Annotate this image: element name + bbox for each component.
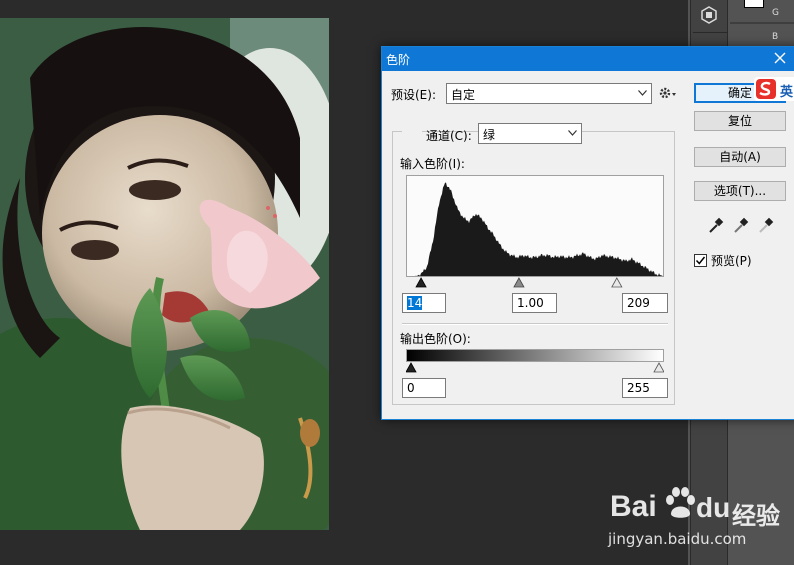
input-white-value: 209 — [627, 296, 650, 310]
baidu-paw-icon — [666, 487, 695, 518]
preset-select[interactable]: 自定 — [446, 83, 652, 104]
input-levels-label: 输入色阶(I): — [400, 157, 465, 171]
watermark-product: 经验 — [732, 502, 780, 530]
channel-letter-g: G — [772, 8, 779, 18]
input-black-field[interactable]: 14 — [402, 293, 446, 313]
portrait-photo — [0, 18, 329, 530]
output-white-handle[interactable] — [653, 362, 664, 373]
input-slider[interactable] — [406, 277, 664, 289]
auto-button[interactable]: 自动(A) — [694, 147, 786, 167]
input-white-handle[interactable] — [611, 277, 623, 288]
gray-point-eyedropper[interactable] — [732, 217, 750, 235]
output-black-field[interactable]: 0 — [402, 378, 446, 398]
watermark-brand-right: du — [696, 492, 731, 523]
color-swatch[interactable] — [744, 0, 764, 8]
histogram — [406, 175, 664, 277]
white-point-eyedropper[interactable] — [757, 217, 775, 235]
levels-dialog: 色阶 预设(E): 自定 通道(C): 绿 输入色阶(I): 14 1.00 2… — [381, 46, 794, 420]
eyedropper-icon — [759, 217, 774, 233]
close-button[interactable] — [772, 50, 788, 66]
sogou-ime-badge[interactable]: 英 — [754, 77, 794, 101]
checkmark-icon — [695, 256, 706, 265]
input-gamma-value: 1.00 — [517, 296, 544, 310]
input-gamma-handle[interactable] — [513, 277, 525, 288]
photo-canvas[interactable] — [0, 18, 329, 530]
options-button[interactable]: 选项(T)... — [694, 181, 786, 201]
chevron-down-icon — [568, 130, 577, 136]
output-black-handle[interactable] — [406, 362, 417, 373]
separator — [402, 323, 668, 325]
histogram-plot — [407, 182, 663, 276]
preset-label: 预设(E): — [391, 88, 436, 102]
gear-icon — [659, 87, 676, 99]
preset-value: 自定 — [451, 88, 476, 102]
output-slider[interactable] — [406, 362, 664, 374]
black-point-eyedropper[interactable] — [707, 217, 725, 235]
preview-checkbox[interactable] — [694, 254, 707, 267]
input-black-value: 14 — [407, 296, 423, 310]
dialog-title: 色阶 — [386, 53, 411, 67]
preset-options-button[interactable] — [658, 85, 678, 101]
output-white-value: 255 — [627, 381, 650, 395]
eyedropper-icon — [734, 217, 749, 233]
watermark-brand-left: Bai — [610, 490, 657, 523]
preview-label: 预览(P) — [711, 254, 752, 268]
output-black-value: 0 — [407, 381, 415, 395]
channel-select[interactable]: 绿 — [478, 123, 582, 144]
reset-button[interactable]: 复位 — [694, 111, 786, 131]
ime-mode-text: 英 — [780, 85, 794, 100]
chevron-down-icon — [638, 90, 647, 96]
eyedropper-icon — [709, 217, 724, 233]
input-gamma-field[interactable]: 1.00 — [512, 293, 557, 313]
watermark-url: jingyan.baidu.com — [608, 530, 747, 548]
histogram-area — [407, 182, 663, 276]
adjustments-icon[interactable] — [694, 3, 724, 27]
baidu-watermark: Bai du 经验 jingyan.baidu.com — [608, 480, 794, 560]
output-gradient — [406, 349, 664, 362]
output-white-field[interactable]: 255 — [622, 378, 668, 398]
channel-value: 绿 — [483, 128, 496, 142]
channel-label: 通道(C): — [426, 129, 472, 143]
close-icon — [774, 52, 786, 64]
dialog-titlebar[interactable]: 色阶 — [382, 47, 794, 71]
input-white-field[interactable]: 209 — [622, 293, 668, 313]
output-levels-label: 输出色阶(O): — [400, 332, 471, 346]
input-black-handle[interactable] — [415, 277, 427, 288]
